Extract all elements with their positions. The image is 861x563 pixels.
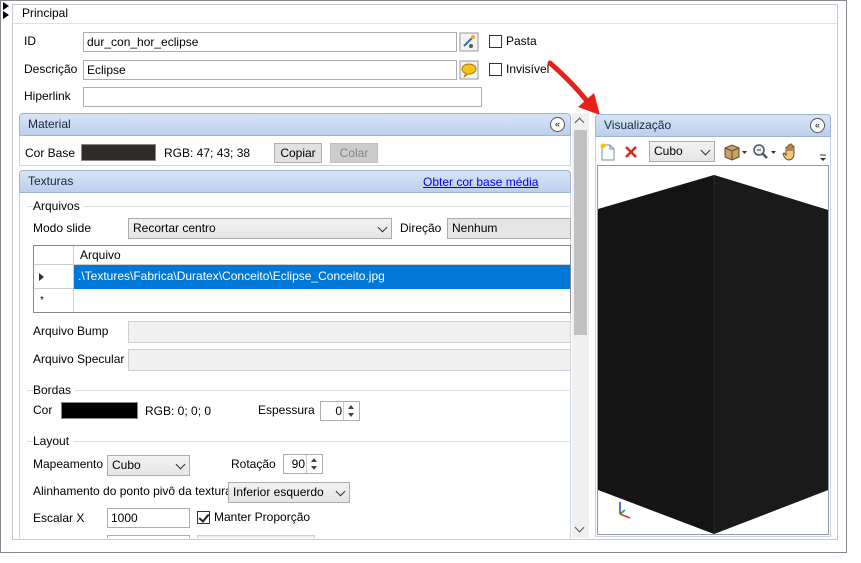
rotacao-value: 90 <box>291 457 305 471</box>
rotacao-stepper[interactable]: 90 <box>283 454 323 474</box>
bordas-cor-rgb: RGB: 0; 0; 0 <box>145 404 212 418</box>
manter-proporcao-checkbox[interactable] <box>197 511 210 524</box>
translate-icon[interactable] <box>459 60 479 80</box>
modo-slide-label: Modo slide <box>33 221 92 235</box>
cube-view-icon[interactable] <box>722 142 748 162</box>
direcao-select[interactable]: Nenhum <box>447 218 571 239</box>
colar-button[interactable]: Colar <box>330 143 378 163</box>
mapeamento-select[interactable]: Cubo <box>107 455 190 476</box>
material-collapse-icon[interactable]: « <box>550 117 565 132</box>
direcao-value: Nenhum <box>452 221 498 235</box>
alinhamento-select[interactable]: Inferior esquerdo <box>228 482 350 503</box>
toggle-arrows-icon[interactable] <box>1 0 11 20</box>
shape-select[interactable]: Cubo <box>649 141 715 162</box>
manter-proporcao-label: Manter Proporção <box>214 510 311 524</box>
principal-divider <box>13 23 837 24</box>
bump-label: Arquivo Bump <box>33 324 109 338</box>
bordas-cor-swatch[interactable] <box>61 402 138 419</box>
scroll-thumb[interactable] <box>574 130 587 335</box>
chevron-down-icon <box>335 486 346 497</box>
id-input[interactable]: dur_con_hor_eclipse <box>83 32 457 52</box>
texturas-title: Texturas <box>28 174 74 188</box>
partial-field[interactable] <box>197 535 315 538</box>
pan-hand-icon[interactable] <box>781 142 801 162</box>
grid-header[interactable]: Arquivo <box>74 246 570 265</box>
grid-header-label: Arquivo <box>80 248 121 262</box>
descricao-input[interactable]: Eclipse <box>83 60 457 80</box>
new-icon[interactable] <box>598 142 618 162</box>
invisivel-checkbox[interactable] <box>489 63 502 76</box>
direcao-label: Direção <box>400 221 442 235</box>
pasta-checkbox[interactable] <box>489 35 502 48</box>
bordas-group-label: Bordas <box>33 383 76 397</box>
rotacao-label: Rotação <box>231 457 276 471</box>
cor-base-rgb: RGB: 47; 43; 38 <box>164 146 251 160</box>
bordas-cor-label: Cor <box>33 403 53 417</box>
layout-group-label: Layout <box>33 434 74 448</box>
material-header: Material <box>19 113 571 136</box>
hiperlink-label: Hiperlink <box>24 89 71 103</box>
visualizacao-collapse-icon[interactable]: « <box>810 118 825 133</box>
alinhamento-value: Inferior esquerdo <box>233 485 324 499</box>
espessura-label: Espessura <box>258 403 315 417</box>
arquivos-group-line <box>27 206 571 207</box>
updown-icon[interactable] <box>343 402 359 420</box>
espessura-value: 0 <box>335 404 342 418</box>
modo-slide-select[interactable]: Recortar centro <box>128 218 392 239</box>
principal-title: Principal <box>22 6 69 20</box>
arquivos-group-label: Arquivos <box>33 199 84 213</box>
bump-input[interactable] <box>128 321 571 343</box>
descricao-label: Descrição <box>24 62 78 76</box>
grid-row-indicator[interactable] <box>34 265 74 289</box>
new-row-marker: * <box>40 295 44 306</box>
material-title: Material <box>28 117 71 131</box>
alinhamento-label: Alinhamento do ponto pivô da textura <box>33 484 232 498</box>
zoom-icon[interactable] <box>751 142 777 162</box>
copiar-button[interactable]: Copiar <box>274 143 322 163</box>
escalar-x-input[interactable]: 1000 <box>107 508 190 528</box>
hiperlink-input[interactable] <box>83 87 482 107</box>
mapeamento-label: Mapeamento <box>33 457 104 471</box>
shape-value: Cubo <box>654 144 683 158</box>
pasta-label: Pasta <box>506 34 537 48</box>
left-panel-scrollbar[interactable] <box>572 113 589 538</box>
annotation-arrow-icon <box>540 55 610 120</box>
espessura-stepper[interactable]: 0 <box>320 401 360 421</box>
visualizacao-header: Visualização <box>595 114 831 137</box>
bordas-group-line <box>27 390 571 391</box>
specular-label: Arquivo Specular <box>33 352 125 366</box>
obter-cor-link[interactable]: Obter cor base média <box>423 174 538 190</box>
grid-cell-arquivo: .\Textures\Fabrica\Duratex\Conceito\Ecli… <box>78 269 385 283</box>
visualizacao-title: Visualização <box>604 118 672 132</box>
left-panel: Material « Cor Base RGB: 47; 43; 38 Copi… <box>19 113 589 538</box>
id-label: ID <box>24 34 36 48</box>
layout-group-line <box>27 441 571 442</box>
arquivos-grid: Arquivo .\Textures\Fabrica\Duratex\Conce… <box>33 245 571 313</box>
updown-icon[interactable] <box>306 455 322 473</box>
cube-render <box>598 175 828 534</box>
cor-base-label: Cor Base <box>25 146 76 160</box>
modo-slide-value: Recortar centro <box>133 221 216 235</box>
escalar-x-label: Escalar X <box>33 511 85 525</box>
axis-gizmo-icon <box>619 502 631 519</box>
delete-icon[interactable] <box>621 142 641 162</box>
grid-corner <box>34 246 74 265</box>
chevron-down-icon <box>175 459 186 470</box>
toolbar-overflow-icon[interactable] <box>818 152 828 162</box>
chevron-down-icon <box>700 145 711 156</box>
chevron-down-icon <box>377 222 388 233</box>
specular-input[interactable] <box>128 349 571 371</box>
scroll-up-icon[interactable] <box>574 117 585 128</box>
grid-new-row-indicator[interactable]: * <box>34 289 74 312</box>
scroll-down-icon[interactable] <box>574 522 585 533</box>
viewport-3d[interactable] <box>597 165 829 535</box>
table-row[interactable]: .\Textures\Fabrica\Duratex\Conceito\Ecli… <box>74 265 570 289</box>
id-generate-icon[interactable] <box>459 32 479 52</box>
escalar-y-input[interactable] <box>107 535 190 538</box>
mapeamento-value: Cubo <box>112 458 141 472</box>
cor-base-swatch[interactable] <box>81 144 156 161</box>
